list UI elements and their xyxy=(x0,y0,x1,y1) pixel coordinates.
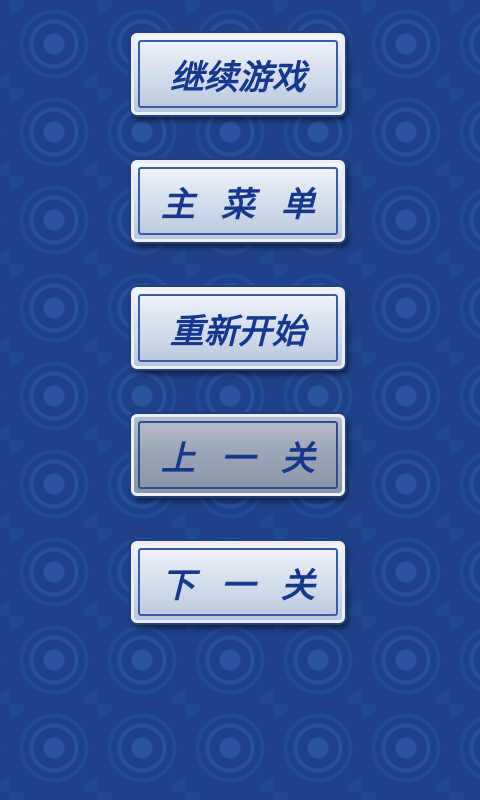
pause-menu: 继续游戏 主菜单 重新开始 上一关 下一关 xyxy=(0,0,480,800)
continue-game-label: 继续游戏 xyxy=(170,57,306,98)
previous-level-button[interactable]: 上一关 xyxy=(131,414,345,496)
restart-button[interactable]: 重新开始 xyxy=(131,287,345,369)
previous-level-label: 上一关 xyxy=(161,438,341,479)
main-menu-button[interactable]: 主菜单 xyxy=(131,160,345,242)
next-level-button[interactable]: 下一关 xyxy=(131,541,345,623)
continue-game-button[interactable]: 继续游戏 xyxy=(131,33,345,115)
restart-label: 重新开始 xyxy=(170,311,306,352)
main-menu-label: 主菜单 xyxy=(161,184,341,225)
next-level-label: 下一关 xyxy=(161,565,341,606)
